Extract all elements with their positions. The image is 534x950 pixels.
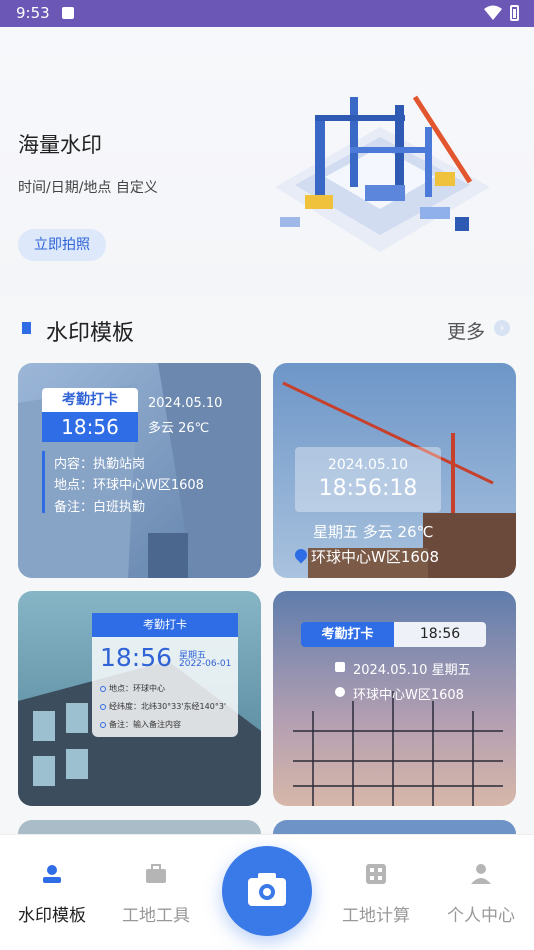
template-card-crane[interactable]: 2024.05.10 18:56:18 星期五 多云 26℃ 环球中心W区160… — [273, 363, 516, 578]
status-time: 9:53 — [16, 4, 50, 22]
note-dot-icon — [100, 721, 106, 728]
tab-label: 个人中心 — [447, 906, 515, 926]
calendar-icon — [335, 662, 345, 672]
tab-watermark-templates[interactable]: 水印模板 — [2, 849, 102, 926]
tab-label: 工地计算 — [342, 906, 410, 926]
location-dot-icon — [100, 685, 106, 692]
status-bar: 9:53 — [0, 0, 534, 27]
card-time: 18:56:18 — [318, 476, 418, 501]
shoot-now-button[interactable]: 立即拍照 — [18, 229, 106, 261]
tab-site-tools[interactable]: 工地工具 — [106, 849, 206, 926]
hero-banner: 海量水印 时间/日期/地点 自定义 立即拍照 — [0, 27, 534, 297]
card-location: 环球中心W区1608 — [353, 688, 464, 703]
chevron-right-icon[interactable]: › — [494, 320, 510, 336]
calculator-icon — [365, 863, 387, 885]
tab-site-calculation[interactable]: 工地计算 — [326, 849, 426, 926]
card-location: 环球中心W区1608 — [311, 548, 440, 566]
card-date-week: 2024.05.10 星期五 — [353, 663, 471, 678]
section-title: 水印模板 — [46, 321, 135, 346]
template-section-header: 水印模板 更多 › — [0, 307, 534, 351]
card-row: 地点：环球中心 — [100, 683, 165, 694]
card-time: 18:56 — [42, 412, 138, 442]
notification-icon — [62, 7, 74, 19]
hero-title: 海量水印 — [18, 133, 102, 157]
section-marker — [22, 322, 31, 334]
toolbox-icon — [145, 863, 167, 885]
template-card-attendance[interactable]: 考勤打卡 18:56 2024.05.10 多云 26℃ 内容：执勤站岗 地点：… — [18, 363, 261, 578]
card-weather: 多云 26℃ — [148, 421, 210, 436]
tab-profile[interactable]: 个人中心 — [431, 849, 531, 926]
card-date: 2024.05.10 — [327, 457, 409, 473]
card-row: 备注：输入备注内容 — [100, 719, 181, 730]
card-date: 2022-06-01 — [179, 659, 232, 669]
card-date: 2024.05.10 — [148, 396, 223, 411]
card-time: 18:56 — [100, 643, 173, 672]
camera-button[interactable] — [222, 846, 312, 936]
user-badge-icon — [41, 863, 63, 885]
more-link[interactable]: 更多 — [447, 317, 485, 344]
card-week-weather: 星期五 多云 26℃ — [313, 523, 434, 541]
wifi-icon — [484, 5, 502, 20]
card-row: 地点：环球中心W区1608 — [54, 478, 204, 493]
template-card-office[interactable]: 考勤打卡 18:56 星期五 2022-06-01 地点：环球中心 经纬度：北纬… — [18, 591, 261, 806]
accent-line — [42, 451, 45, 513]
card-tag: 考勤打卡 — [42, 388, 138, 412]
card-row: 经纬度：北纬30°33'东经140°3' — [100, 701, 226, 712]
card-row: 内容：执勤站岗 — [54, 457, 146, 472]
battery-icon — [510, 5, 519, 21]
tab-label: 水印模板 — [18, 906, 86, 926]
card-time: 18:56 — [394, 622, 486, 647]
tab-label: 工地工具 — [122, 906, 190, 926]
card-header: 考勤打卡 — [92, 613, 238, 637]
hero-subtitle: 时间/日期/地点 自定义 — [18, 180, 158, 196]
construction-illustration — [275, 95, 490, 252]
location-icon — [335, 687, 345, 697]
person-icon — [470, 863, 492, 885]
card-tag: 考勤打卡 — [301, 622, 394, 647]
camera-icon — [248, 873, 286, 906]
coordinate-dot-icon — [100, 703, 106, 710]
template-card-scaffold[interactable]: 考勤打卡 18:56 2024.05.10 星期五 环球中心W区1608 — [273, 591, 516, 806]
card-row: 备注：白班执勤 — [54, 500, 146, 515]
